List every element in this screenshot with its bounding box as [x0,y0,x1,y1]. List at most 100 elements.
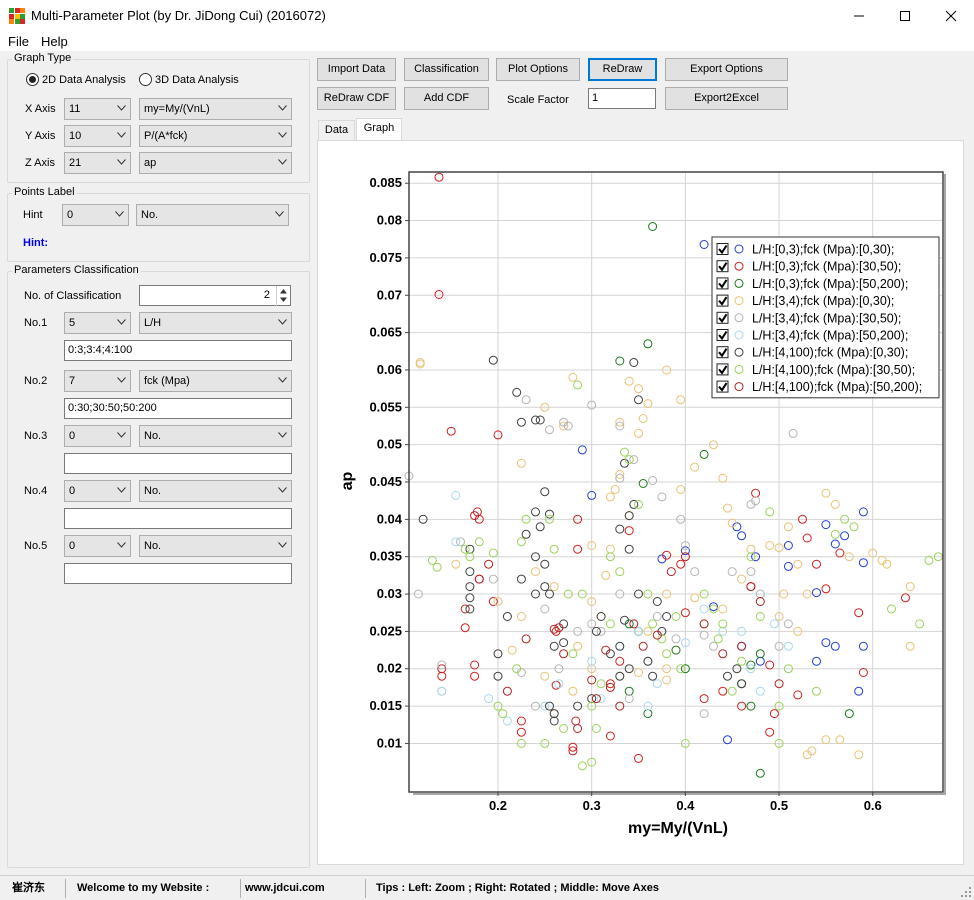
y-tick-label-7: 0.045 [369,474,402,489]
no4-ranges-input[interactable] [64,508,292,529]
y-axis-title: ap [339,471,356,490]
legend-label-2: L/H:[0,3);fck (Mpa):[50,200); [752,277,908,291]
radio-3d-label[interactable]: 3D Data Analysis [155,74,239,86]
legend-label-0: L/H:[0,3);fck (Mpa):[0,30); [752,243,894,257]
no3-ranges-input[interactable] [64,453,292,474]
chevron-down-icon [117,159,126,165]
y-axis-index-select[interactable]: 10 [64,125,131,147]
chevron-down-icon [117,132,126,138]
minimize-button[interactable] [836,0,882,31]
hint-label: Hint [23,209,43,221]
radio-3d[interactable] [139,73,152,86]
parameters-classification-title: Parameters Classification [12,264,141,276]
x-axis-index-select[interactable]: 11 [64,98,131,120]
tab-graph[interactable]: Graph [356,118,402,140]
classification-count-spinner[interactable]: 2 [139,285,291,306]
status-website-link[interactable]: www.jdcui.com [245,879,325,898]
status-welcome: Welcome to my Website : [77,882,210,894]
legend-label-1: L/H:[0,3);fck (Mpa):[30,50); [752,260,901,274]
menu-bar: File Help [0,31,974,51]
no1-index-select[interactable]: 5 [64,312,131,334]
no1-ranges-input[interactable]: 0:3;3:4;4:100 [64,340,292,361]
plot-options-button[interactable]: Plot Options [496,58,580,81]
points-label-title: Points Label [12,186,77,198]
no4-variable-select[interactable]: No. [139,480,292,502]
chevron-down-icon [275,211,284,217]
y-tick-label-15: 0.085 [369,175,402,190]
z-axis-label: Z Axis [25,157,55,169]
no3-index-select[interactable]: 0 [64,425,131,447]
chevron-down-icon [278,432,287,438]
legend-label-4: L/H:[3,4);fck (Mpa):[30,50); [752,311,901,325]
x-axis-title: my=My/(VnL) [628,820,728,837]
no1-label: No.1 [24,317,48,329]
z-axis-index-select[interactable]: 21 [64,152,131,174]
y-tick-label-2: 0.02 [377,661,402,676]
import-data-button[interactable]: Import Data [317,58,396,81]
add-cdf-button[interactable]: Add CDF [404,87,489,110]
chevron-down-icon [278,159,287,165]
y-tick-label-0: 0.01 [377,735,402,750]
classification-button[interactable]: Classification [404,58,489,81]
no5-label: No.5 [24,540,48,552]
classification-count-label: No. of Classification [24,290,122,302]
resize-grip-icon[interactable] [960,886,972,898]
tab-data[interactable]: Data [318,120,355,140]
window-title: Multi-Parameter Plot (by Dr. JiDong Cui)… [31,8,326,23]
parameters-classification-group: Parameters Classification No. of Classif… [7,264,310,868]
status-tips: Tips : Left: Zoom ; Right: Rotated ; Mid… [376,882,659,894]
y-tick-label-9: 0.055 [369,399,402,414]
chevron-down-icon [117,487,126,493]
y-tick-label-11: 0.065 [369,325,402,340]
chevron-down-icon [117,319,126,325]
scale-factor-input[interactable]: 1 [588,88,656,109]
radio-2d[interactable] [26,73,39,86]
x-axis-variable-select[interactable]: my=My/(VnL) [139,98,292,120]
no2-variable-select[interactable]: fck (Mpa) [139,370,292,392]
no3-label: No.3 [24,430,48,442]
no2-index-select[interactable]: 7 [64,370,131,392]
no5-variable-select[interactable]: No. [139,535,292,557]
hint-index-select[interactable]: 0 [62,204,129,226]
y-tick-label-6: 0.04 [377,511,403,526]
y-axis-variable-select[interactable]: P/(A*fck) [139,125,292,147]
no2-ranges-input[interactable]: 0:30;30:50;50:200 [64,398,292,419]
export2excel-button[interactable]: Export2Excel [665,87,788,110]
chevron-down-icon [278,132,287,138]
chart-legend: L/H:[0,3);fck (Mpa):[0,30); L/H:[0,3);fck… [711,236,940,399]
scatter-chart[interactable]: 0.2 0.3 0.4 0.5 0.6 0.01 0.015 0.02 0.025 0.03 0.0… [318,141,963,864]
no1-variable-select[interactable]: L/H [139,312,292,334]
menu-help[interactable]: Help [37,34,76,49]
close-button[interactable] [928,0,974,31]
maximize-icon [900,10,910,21]
y-tick-label-1: 0.015 [369,698,402,713]
no4-label: No.4 [24,485,48,497]
hint-variable-select[interactable]: No. [136,204,289,226]
x-axis-label: X Axis [25,103,56,115]
y-tick-label-13: 0.075 [369,250,402,265]
spinner-arrows-icon [280,289,287,302]
y-tick-label-4: 0.03 [377,586,402,601]
no5-ranges-input[interactable] [64,563,292,584]
classification-count-stepper[interactable] [276,286,290,306]
status-author: 崔济东 [12,882,45,894]
export-options-button[interactable]: Export Options [665,58,788,81]
no5-index-select[interactable]: 0 [64,535,131,557]
x-tick-label-0: 0.2 [489,798,507,813]
z-axis-variable-select[interactable]: ap [139,152,292,174]
maximize-button[interactable] [882,0,928,31]
chevron-down-icon [117,105,126,111]
legend-label-5: L/H:[3,4);fck (Mpa):[50,200); [752,329,908,343]
redraw-button[interactable]: ReDraw [588,58,657,81]
y-tick-label-14: 0.08 [377,213,402,228]
chevron-down-icon [117,432,126,438]
chevron-down-icon [278,487,287,493]
menu-file[interactable]: File [0,34,37,49]
y-tick-label-12: 0.07 [377,287,402,302]
no3-variable-select[interactable]: No. [139,425,292,447]
points-label-group: Points Label Hint 0 No. Hint: [7,186,310,262]
radio-2d-label[interactable]: 2D Data Analysis [42,74,126,86]
no4-index-select[interactable]: 0 [64,480,131,502]
status-bar: 崔济东 Welcome to my Website : www.jdcui.co… [0,875,974,900]
redraw-cdf-button[interactable]: ReDraw CDF [317,87,396,110]
